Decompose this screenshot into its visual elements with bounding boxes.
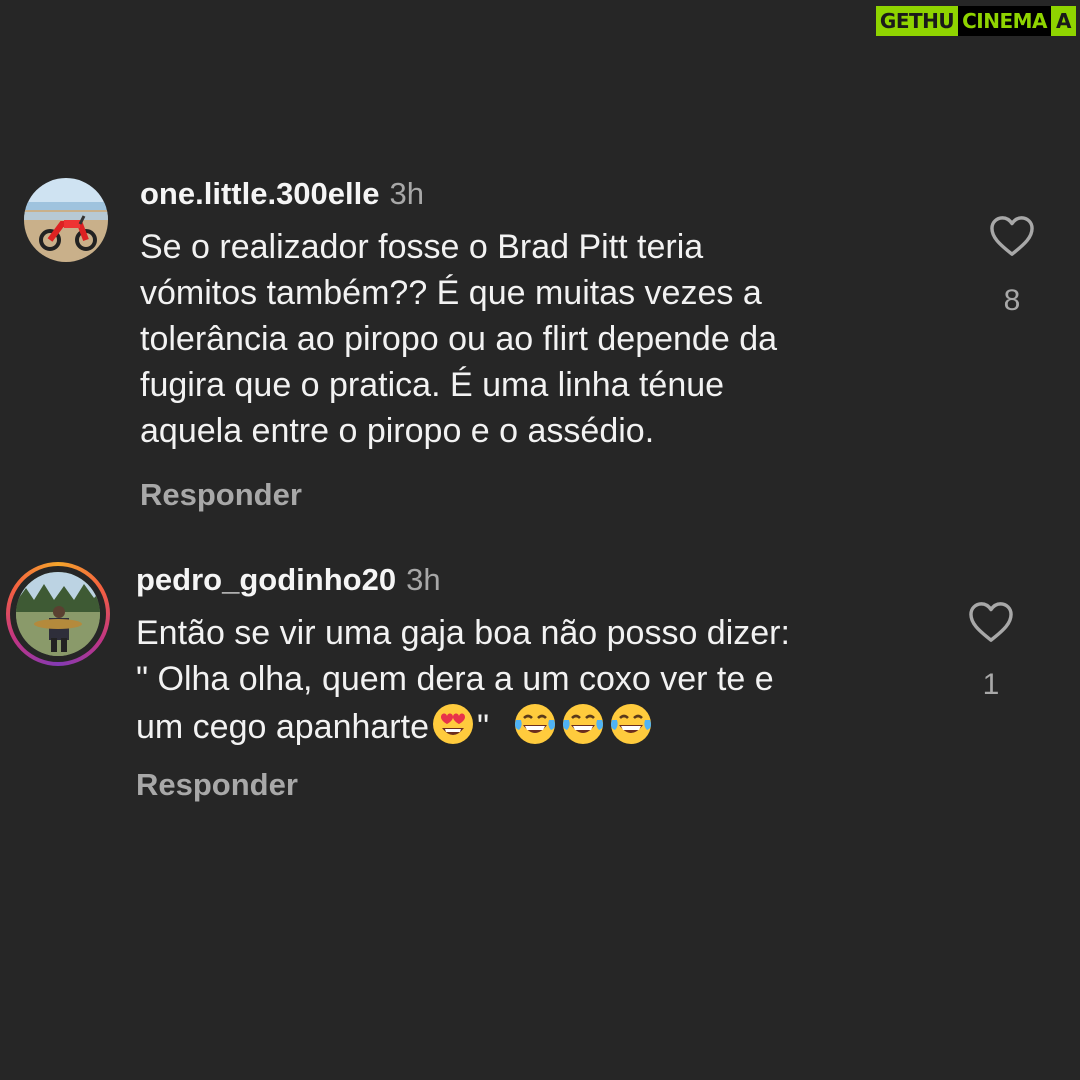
reply-button[interactable]: Responder: [136, 767, 298, 803]
comment-text: Se o realizador fosse o Brad Pitt teria …: [140, 228, 778, 450]
comment-header: one.little.300elle 3h: [140, 176, 424, 212]
watermark-part-3: A: [1051, 6, 1076, 36]
watermark-logo: GETHU CINEMA A: [875, 6, 1076, 36]
tears-of-joy-emoji-icon: [561, 702, 605, 746]
comment-time: 3h: [406, 562, 441, 597]
tears-of-joy-emoji-icon: [513, 702, 557, 746]
comment-text: Então se vir uma gaja boa não posso dize…: [136, 610, 966, 750]
comment-text-fragment: ": [476, 708, 499, 746]
avatar[interactable]: [16, 572, 100, 656]
comment-text-fragment: um cego apanharte: [136, 708, 429, 746]
username[interactable]: pedro_godinho20: [136, 562, 396, 597]
heart-icon[interactable]: [989, 215, 1035, 257]
fisherman-photo-icon: [16, 572, 100, 656]
comment-text-line: " Olha olha, quem dera a um coxo ver te …: [136, 660, 774, 698]
story-ring[interactable]: [6, 562, 110, 666]
like-count: 1: [982, 668, 1000, 701]
comment-header: pedro_godinho20 3h: [136, 562, 441, 598]
comment-time: 3h: [389, 176, 424, 211]
motorcycle-beach-photo-icon: [24, 178, 108, 262]
reply-button[interactable]: Responder: [140, 477, 302, 513]
watermark-part-2: CINEMA: [958, 6, 1052, 36]
username[interactable]: one.little.300elle: [140, 176, 380, 211]
tears-of-joy-emoji-icon: [609, 702, 653, 746]
watermark-part-1: GETHU: [875, 6, 959, 36]
avatar[interactable]: [24, 178, 108, 262]
comment-text-line: Então se vir uma gaja boa não posso dize…: [136, 614, 790, 652]
like-count: 8: [1003, 284, 1021, 317]
comment-text-line: um cego apanharte ": [136, 702, 966, 750]
heart-icon[interactable]: [968, 601, 1014, 643]
heart-eyes-emoji-icon: [431, 702, 475, 746]
